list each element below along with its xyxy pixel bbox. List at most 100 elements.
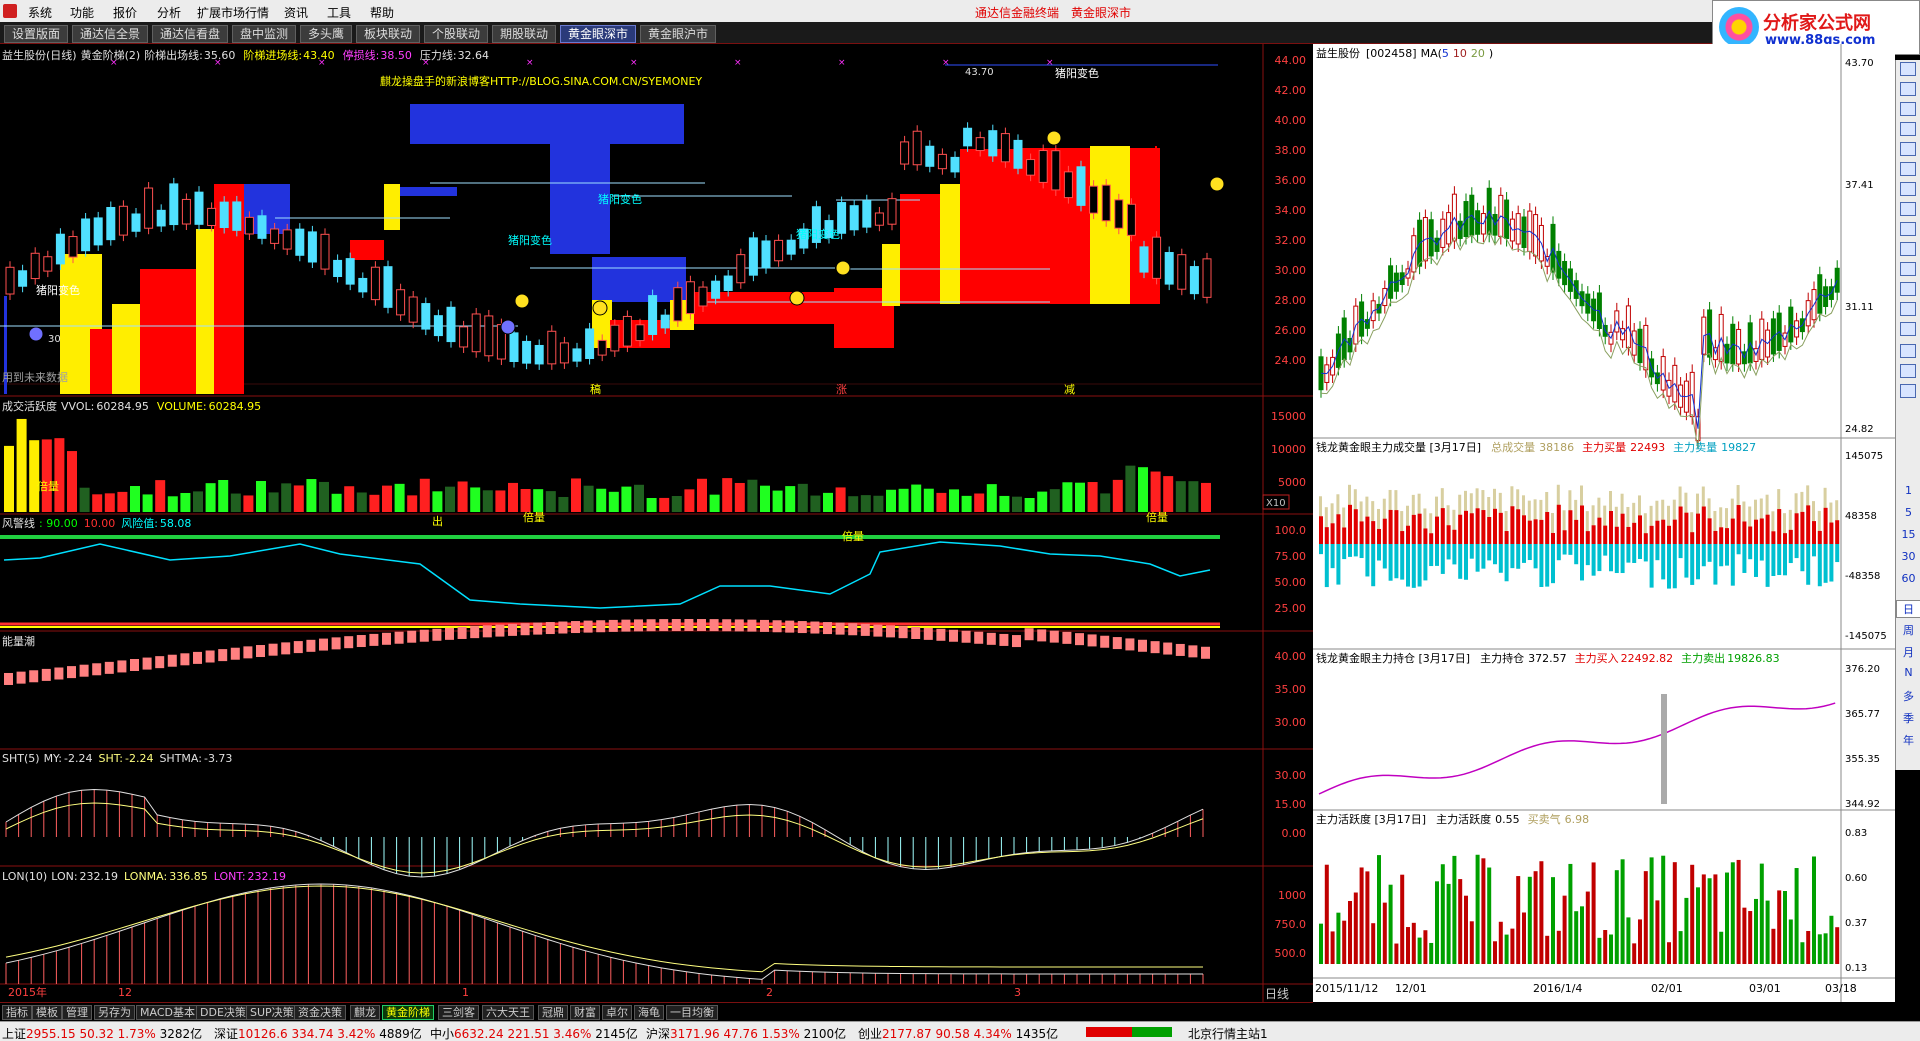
volume-bar: [760, 485, 770, 512]
btab-dde[interactable]: DDE决策: [196, 1005, 250, 1020]
btab-qilong[interactable]: 麒龙: [350, 1005, 380, 1020]
index-hs300[interactable]: 沪深3171.96 47.76 1.53% 2100亿: [646, 1025, 846, 1041]
period-60min[interactable]: 60: [1896, 572, 1920, 585]
tab-golden-eye-sz[interactable]: 黄金眼深市: [560, 25, 636, 43]
btab-manage[interactable]: 管理: [62, 1005, 92, 1020]
compare-icon[interactable]: [1900, 302, 1916, 316]
image-icon[interactable]: [1900, 364, 1916, 378]
doc-icon[interactable]: [1900, 202, 1916, 216]
tab-futures-linkage[interactable]: 期股联动: [492, 25, 556, 43]
side-sell-volume: [1591, 544, 1596, 576]
period-30min[interactable]: 30: [1896, 550, 1920, 563]
side-sell-volume: [1585, 544, 1590, 566]
energy-bar: [986, 632, 996, 645]
table-icon[interactable]: [1900, 102, 1916, 116]
btab-save-as[interactable]: 另存为: [94, 1005, 135, 1020]
energy-bar: [508, 623, 517, 636]
btab-six-kings[interactable]: 六大天王: [482, 1005, 534, 1020]
index-chinext[interactable]: 创业2177.87 90.58 4.34% 1435亿: [858, 1025, 1058, 1041]
window-icon[interactable]: [1900, 62, 1916, 76]
flag-icon[interactable]: [1900, 322, 1916, 336]
tab-intraday-monitor[interactable]: 盘中监测: [232, 25, 296, 43]
period-n[interactable]: N: [1896, 666, 1920, 679]
btab-fortune[interactable]: 财富: [570, 1005, 600, 1020]
volume-unit: X10: [1266, 498, 1286, 509]
volume-bar: [54, 438, 65, 512]
tab-layout-settings[interactable]: 设置版面: [4, 25, 68, 43]
clock-icon[interactable]: [1900, 262, 1916, 276]
btab-turtle[interactable]: 海龟: [634, 1005, 664, 1020]
menu-system[interactable]: 系统: [28, 4, 52, 21]
index-shenzhen[interactable]: 深证10126.6 334.74 3.42% 4889亿: [214, 1025, 422, 1041]
btab-macd[interactable]: MACD基本: [136, 1005, 199, 1020]
side-vol-title: 钱龙黄金眼主力成交量 [3月17日]: [1316, 440, 1481, 454]
side-chart-area[interactable]: 43.70 37.41 31.11 24.82 145075 48358 -48358 -14…: [1313, 44, 1895, 1002]
risk-line-b: 10.00: [84, 517, 116, 530]
ladder-block: [112, 304, 142, 394]
btab-template[interactable]: 模板: [32, 1005, 62, 1020]
info-icon[interactable]: [1900, 242, 1916, 256]
tab-stock-linkage[interactable]: 个股联动: [424, 25, 488, 43]
index-pct: 3.46%: [553, 1027, 592, 1041]
search-icon[interactable]: [1900, 282, 1916, 296]
btab-guanding[interactable]: 冠鼎: [538, 1005, 568, 1020]
tab-sector-linkage[interactable]: 板块联动: [356, 25, 420, 43]
activity-bar: [1382, 902, 1387, 964]
calc-icon[interactable]: [1900, 182, 1916, 196]
main-chart-area[interactable]: × × × × × × × × × × 44.0042.0040.0038.0036.0034.0…: [0, 44, 1313, 1002]
energy-bar: [785, 620, 795, 633]
btab-indicator[interactable]: 指标: [2, 1005, 32, 1020]
energy-bar: [407, 630, 417, 643]
index-smes[interactable]: 中小6632.24 221.51 3.46% 2145亿: [430, 1025, 638, 1041]
volume-bar: [747, 479, 758, 512]
tab-watch[interactable]: 通达信看盘: [152, 25, 228, 43]
period-year[interactable]: 年: [1896, 732, 1920, 748]
side-sell-volume: [1353, 544, 1358, 557]
side-buy-volume: [1777, 509, 1782, 544]
chart-icon[interactable]: [1900, 122, 1916, 136]
menu-info[interactable]: 资讯: [284, 4, 308, 21]
energy-bar: [873, 624, 883, 637]
candle: [1177, 254, 1187, 290]
menu-extended-market[interactable]: 扩展市场行情: [197, 4, 269, 21]
period-1min[interactable]: 1: [1896, 484, 1920, 497]
side-sell-volume: [1817, 544, 1822, 587]
menu-function[interactable]: 功能: [70, 4, 94, 21]
alert-icon[interactable]: [1900, 222, 1916, 236]
menu-tools[interactable]: 工具: [327, 4, 351, 21]
side-sell-volume: [1498, 544, 1503, 573]
grid-icon[interactable]: [1900, 142, 1916, 156]
menu-analysis[interactable]: 分析: [157, 4, 181, 21]
menu-help[interactable]: 帮助: [370, 4, 394, 21]
export-icon[interactable]: [1900, 384, 1916, 398]
side-buy-volume: [1713, 530, 1718, 544]
tab-panorama[interactable]: 通达信全景: [72, 25, 148, 43]
news-icon[interactable]: [1900, 162, 1916, 176]
period-day[interactable]: 日: [1896, 600, 1920, 618]
btab-ichimoku[interactable]: 一目均衡: [666, 1005, 718, 1020]
btab-sup[interactable]: SUP决策: [246, 1005, 298, 1020]
volume-bar: [432, 491, 443, 512]
period-quarter[interactable]: 季: [1896, 710, 1920, 726]
period-indicator[interactable]: 日线: [1265, 985, 1289, 1002]
btab-zhuoer[interactable]: 卓尔: [602, 1005, 632, 1020]
period-multi[interactable]: 多: [1896, 688, 1920, 704]
index-shanghai[interactable]: 上证2955.15 50.32 1.73% 3282亿: [2, 1025, 202, 1041]
tab-bull-eagle[interactable]: 多头鹰: [300, 25, 352, 43]
server-status[interactable]: 北京行情主站1: [1188, 1025, 1268, 1041]
btab-golden-ladder[interactable]: 黄金阶梯: [382, 1005, 434, 1020]
pencil-icon[interactable]: [1900, 344, 1916, 358]
period-week[interactable]: 周: [1896, 622, 1920, 638]
price-axis-label: 30.00: [1275, 264, 1307, 277]
menu-quote[interactable]: 报价: [113, 4, 137, 21]
btab-fund[interactable]: 资金决策: [294, 1005, 346, 1020]
list-icon[interactable]: [1900, 82, 1916, 96]
period-month[interactable]: 月: [1896, 644, 1920, 660]
side-buy-volume: [1696, 513, 1700, 544]
volume-bar: [1100, 493, 1111, 512]
period-15min[interactable]: 15: [1896, 528, 1920, 541]
tab-golden-eye-sh[interactable]: 黄金眼沪市: [640, 25, 716, 43]
period-5min[interactable]: 5: [1896, 506, 1920, 519]
side-sell-volume: [1730, 544, 1735, 586]
btab-three-swords[interactable]: 三剑客: [438, 1005, 479, 1020]
